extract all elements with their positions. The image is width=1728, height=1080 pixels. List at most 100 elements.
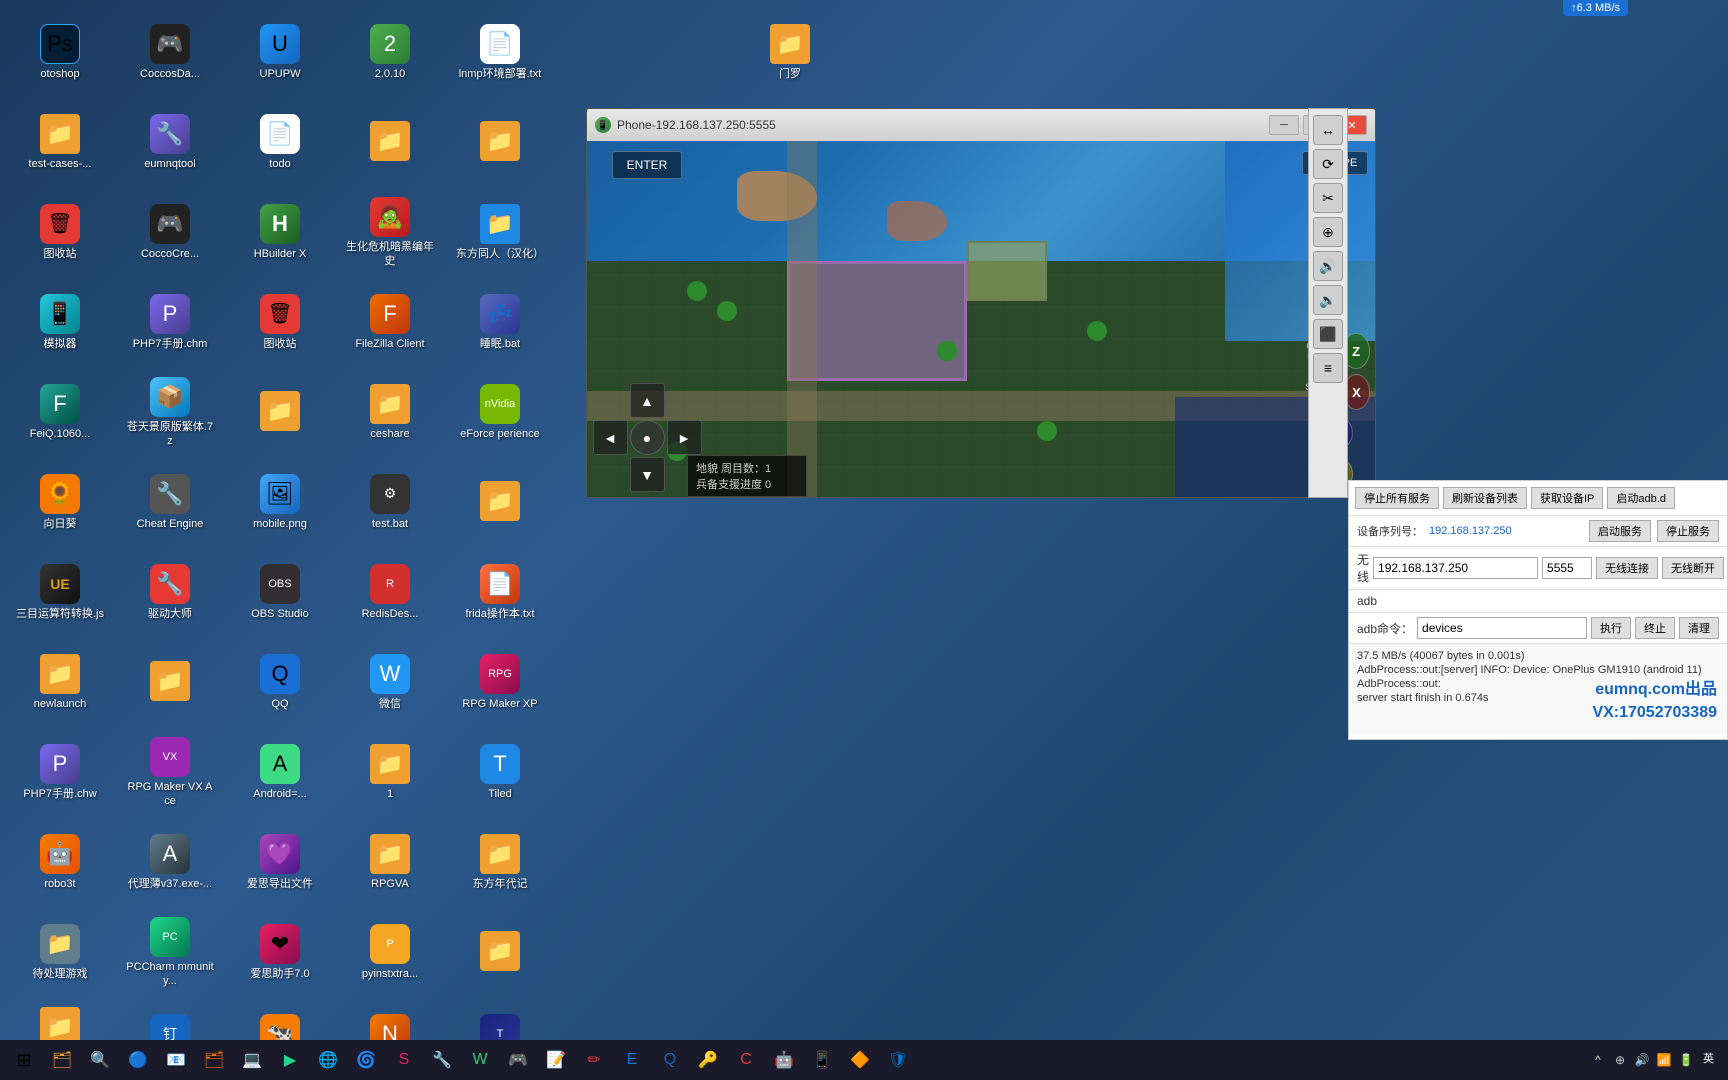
start-service-button[interactable]: 启动服务	[1589, 520, 1651, 542]
wireless-connect-button[interactable]: 无线连接	[1596, 557, 1658, 579]
taskbar-icon-3[interactable]: 💻	[234, 1042, 270, 1078]
icon-php7[interactable]: P PHP7手册.chm	[120, 280, 220, 365]
icon-tiled[interactable]: T Tiled	[450, 730, 550, 815]
icon-cocos-creator[interactable]: 🎮 CoccoCre...	[120, 190, 220, 275]
icon-one[interactable]: 📁 1	[340, 730, 440, 815]
start-button[interactable]: ⊞	[4, 1040, 44, 1080]
taskbar-icon-12[interactable]: ✏	[576, 1042, 612, 1078]
stop-button[interactable]: 终止	[1635, 617, 1675, 639]
icon-navicat[interactable]: N navicat	[340, 1000, 440, 1040]
taskbar-icon-18[interactable]: 📱	[804, 1042, 840, 1078]
taskbar-icon-2[interactable]: 🗂	[196, 1042, 232, 1078]
taskbar-icon-11[interactable]: 📝	[538, 1042, 574, 1078]
taskbar-icon-1[interactable]: 📧	[158, 1042, 194, 1078]
icon-filezilla[interactable]: F FileZilla Client	[340, 280, 440, 365]
taskbar-icon-13[interactable]: E	[614, 1042, 650, 1078]
icon-testcases[interactable]: 📁 test-cases-...	[10, 100, 110, 185]
icon-ruike[interactable]: 📁 【端客论坛 www.ruike...	[10, 1000, 110, 1040]
side-btn-1[interactable]: ↔	[1313, 115, 1343, 145]
icon-cocosda[interactable]: 🎮 CoccosDa...	[120, 10, 220, 95]
icon-android[interactable]: A Android=...	[230, 730, 330, 815]
icon-ceshare[interactable]: 📁 ceshare	[340, 370, 440, 455]
icon-lnmp[interactable]: 📄 lnmp环境部署.txt	[450, 10, 550, 95]
icon-todo[interactable]: 📄 todo	[230, 100, 330, 185]
side-btn-7[interactable]: ⬛	[1313, 319, 1343, 349]
icon-aisi[interactable]: ❤ 爱思助手7.0	[230, 910, 330, 995]
icon-rpgva[interactable]: 📁 RPGVA	[340, 820, 440, 905]
icon-frida[interactable]: 📄 frida操作本.txt	[450, 550, 550, 635]
icon-dongfang2[interactable]: 📁 东方年代记	[450, 820, 550, 905]
taskbar-icon-19[interactable]: 🔶	[842, 1042, 878, 1078]
icon-sunflower[interactable]: 🌻 向日葵	[10, 460, 110, 545]
wireless-ip-input[interactable]	[1373, 557, 1538, 579]
icon-empty2[interactable]: 📁	[450, 100, 550, 185]
taskbar-icon-10[interactable]: 🎮	[500, 1042, 536, 1078]
tray-icon-5[interactable]: 🔋	[1677, 1051, 1695, 1069]
icon-drivermaster[interactable]: 🔧 驱动大师	[120, 550, 220, 635]
execute-button[interactable]: 执行	[1591, 617, 1631, 639]
tray-icon-3[interactable]: 🔊	[1633, 1051, 1651, 1069]
icon-nvidia[interactable]: nVidia eForce perience	[450, 370, 550, 455]
icon-trash[interactable]: 🗑 图收站	[10, 190, 110, 275]
side-btn-3[interactable]: ✂	[1313, 183, 1343, 213]
refresh-device-list-button[interactable]: 刷新设备列表	[1443, 487, 1527, 509]
wireless-port-input[interactable]	[1542, 557, 1592, 579]
start-adb-button[interactable]: 启动adb.d	[1607, 487, 1675, 509]
icon-version[interactable]: 2 2.0.10	[340, 10, 440, 95]
icon-qianniu[interactable]: 🐄 千牛工作台	[230, 1000, 330, 1040]
icon-eumnqtool[interactable]: 🔧 eumnqtool	[120, 100, 220, 185]
icon-folder3[interactable]: 📁	[450, 460, 550, 545]
icon-mobile-png[interactable]: 🖼 mobile.png	[230, 460, 330, 545]
tray-icon-2[interactable]: ⊕	[1611, 1051, 1629, 1069]
stop-service-button[interactable]: 停止服务	[1657, 520, 1719, 542]
icon-pycharm[interactable]: PC PCCharm mmunity...	[120, 910, 220, 995]
taskbar-icon-17[interactable]: 🤖	[766, 1042, 802, 1078]
clear-button[interactable]: 清理	[1679, 617, 1719, 639]
icon-hbuilder[interactable]: H HBuilder X	[230, 190, 330, 275]
taskbar-icon-9[interactable]: W	[462, 1042, 498, 1078]
icon-simulator[interactable]: 📱 模拟器	[10, 280, 110, 365]
minimize-button[interactable]: ─	[1269, 115, 1299, 135]
icon-dongfang[interactable]: 📁 东方同人（汉化）	[450, 190, 550, 275]
tray-icon-4[interactable]: 📶	[1655, 1051, 1673, 1069]
icon-redis[interactable]: R RedisDes...	[340, 550, 440, 635]
taskbar-search[interactable]: 🔍	[82, 1042, 118, 1078]
taskbar-icon-5[interactable]: 🌐	[310, 1042, 346, 1078]
taskbar-icon-6[interactable]: 🌀	[348, 1042, 384, 1078]
side-btn-2[interactable]: ⟳	[1313, 149, 1343, 179]
taskbar-file-explorer[interactable]: 🗂	[44, 1042, 80, 1078]
side-btn-5[interactable]: 🔊	[1313, 251, 1343, 281]
taskbar-icon-16[interactable]: C	[728, 1042, 764, 1078]
icon-agent[interactable]: A 代理薄v37.exe-...	[120, 820, 220, 905]
icon-trash2[interactable]: 🗑 图收站	[230, 280, 330, 365]
icon-rpgvxace[interactable]: VX RPG Maker VX Ace	[120, 730, 220, 815]
icon-ue-converter[interactable]: UE 三目运算符转换.js	[10, 550, 110, 635]
icon-pyinst[interactable]: P pyinstxtra...	[340, 910, 440, 995]
icon-folder5[interactable]: 📁	[450, 910, 550, 995]
icon-rpgxp[interactable]: RPG RPG Maker XP	[450, 640, 550, 725]
icon-wechat[interactable]: W 微信	[340, 640, 440, 725]
taskbar-icon-14[interactable]: Q	[652, 1042, 688, 1078]
icon-upupw[interactable]: U UPUPW	[230, 10, 330, 95]
icon-photoshop[interactable]: Ps otoshop	[10, 10, 110, 95]
get-device-ip-button[interactable]: 获取设备IP	[1531, 487, 1603, 509]
icon-folder4[interactable]: 📁	[120, 640, 220, 725]
adb-command-input[interactable]	[1417, 617, 1587, 639]
side-btn-8[interactable]: ≡	[1313, 353, 1343, 383]
icon-menlo[interactable]: 📁 门罗	[740, 10, 840, 95]
icon-feiq[interactable]: F FeiQ.1060...	[10, 370, 110, 455]
icon-php7chw[interactable]: P PHP7手册.chw	[10, 730, 110, 815]
taskbar-icon-20[interactable]: 🛡	[880, 1042, 916, 1078]
icon-cheat-engine[interactable]: 🔧 Cheat Engine	[120, 460, 220, 545]
icon-sleep[interactable]: 💤 睡眠.bat	[450, 280, 550, 365]
icon-folder-empty[interactable]: 📁	[230, 370, 330, 455]
side-btn-4[interactable]: ⊕	[1313, 217, 1343, 247]
side-btn-6[interactable]: 🔉	[1313, 285, 1343, 315]
taskbar-icon-8[interactable]: 🔧	[424, 1042, 460, 1078]
clock-area[interactable]: 英	[1703, 1053, 1714, 1066]
icon-bio[interactable]: 🧟 生化危机暗黑编年史	[340, 190, 440, 275]
icon-empty1[interactable]: 📁	[340, 100, 440, 185]
icon-cangtian[interactable]: 📦 苍天景原版繁体.7z	[120, 370, 220, 455]
icon-pending-games[interactable]: 📁 待处理游戏	[10, 910, 110, 995]
icon-obs[interactable]: OBS OBS Studio	[230, 550, 330, 635]
